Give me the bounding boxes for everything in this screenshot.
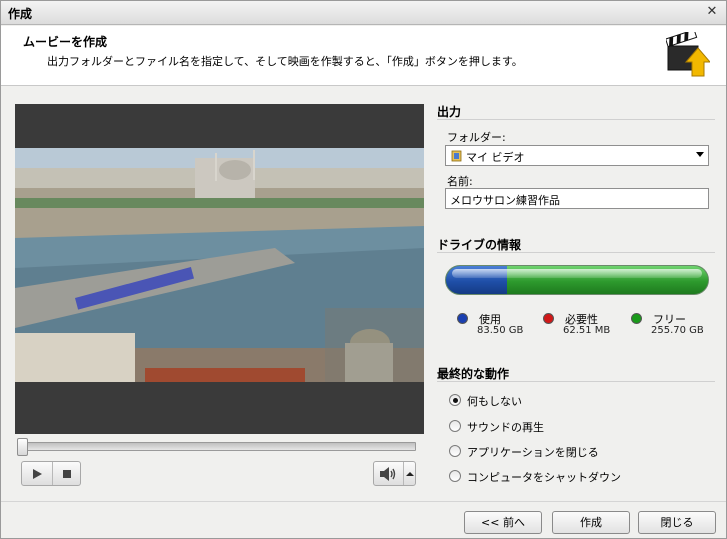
create-button[interactable]: 作成: [552, 511, 630, 534]
header-panel: ムービーを作成 出力フォルダーとファイル名を指定して、そして映画を作製すると、「…: [1, 26, 726, 86]
clapperboard-icon: [666, 32, 710, 77]
bar-gloss: [452, 269, 702, 278]
output-divider: [437, 119, 715, 120]
chevron-up-icon: [405, 471, 414, 476]
final-action-section-title: 最終的な動作: [437, 367, 510, 381]
stop-button[interactable]: [52, 462, 81, 485]
title-bar: 作成 ✕: [1, 1, 726, 25]
folder-label: フォルダー:: [447, 131, 506, 144]
folder-select[interactable]: マイ ビデオ: [445, 145, 709, 166]
legend-used-size: 83.50 GB: [477, 325, 524, 336]
chevron-down-icon[interactable]: [696, 152, 704, 157]
radio-label: 何もしない: [467, 395, 522, 408]
stop-icon: [63, 469, 71, 478]
seek-slider[interactable]: [15, 438, 416, 456]
filename-input[interactable]: メロウサロン練習作品: [445, 188, 709, 209]
volume-dropdown-button[interactable]: [403, 462, 415, 485]
play-icon: [32, 468, 42, 479]
radio-circle[interactable]: [449, 445, 461, 457]
close-button[interactable]: 閉じる: [638, 511, 716, 534]
folder-value: マイ ビデオ: [466, 151, 525, 164]
required-dot-icon: [543, 313, 554, 324]
seek-track[interactable]: [17, 442, 416, 451]
radio-circle[interactable]: [449, 470, 461, 482]
speaker-icon: [380, 466, 396, 481]
final-action-divider: [437, 381, 715, 382]
close-icon[interactable]: ✕: [704, 4, 720, 20]
radio-circle[interactable]: [449, 420, 461, 432]
name-label: 名前:: [447, 175, 473, 188]
preview-image: [15, 148, 424, 382]
video-preview: [15, 104, 424, 434]
back-button[interactable]: << 前へ: [464, 511, 542, 534]
create-movie-dialog: 作成 ✕ ムービーを作成 出力フォルダーとファイル名を指定して、そして映画を作製…: [0, 0, 727, 539]
drive-section-title: ドライブの情報: [437, 238, 522, 252]
footer-divider: [1, 501, 726, 502]
window-title: 作成: [8, 7, 33, 21]
radio-label: コンピュータをシャットダウン: [467, 471, 621, 484]
header-description: 出力フォルダーとファイル名を指定して、そして映画を作製すると、「作成」ボタンを押…: [47, 55, 523, 68]
playback-controls: [21, 461, 81, 486]
legend-required-size: 62.51 MB: [563, 325, 611, 336]
drive-usage-bar: [445, 265, 709, 295]
header-title: ムービーを作成: [23, 35, 108, 49]
output-section-title: 出力: [437, 105, 462, 119]
volume-control: [373, 461, 416, 486]
used-dot-icon: [457, 313, 468, 324]
free-dot-icon: [631, 313, 642, 324]
folder-icon: [451, 150, 462, 162]
radio-label: サウンドの再生: [467, 421, 544, 434]
drive-divider: [437, 252, 715, 253]
play-button[interactable]: [22, 462, 51, 485]
volume-button[interactable]: [374, 462, 402, 485]
seek-thumb[interactable]: [17, 438, 28, 456]
radio-label: アプリケーションを閉じる: [467, 446, 599, 459]
legend-free-size: 255.70 GB: [651, 325, 704, 336]
radio-circle[interactable]: [449, 394, 461, 406]
